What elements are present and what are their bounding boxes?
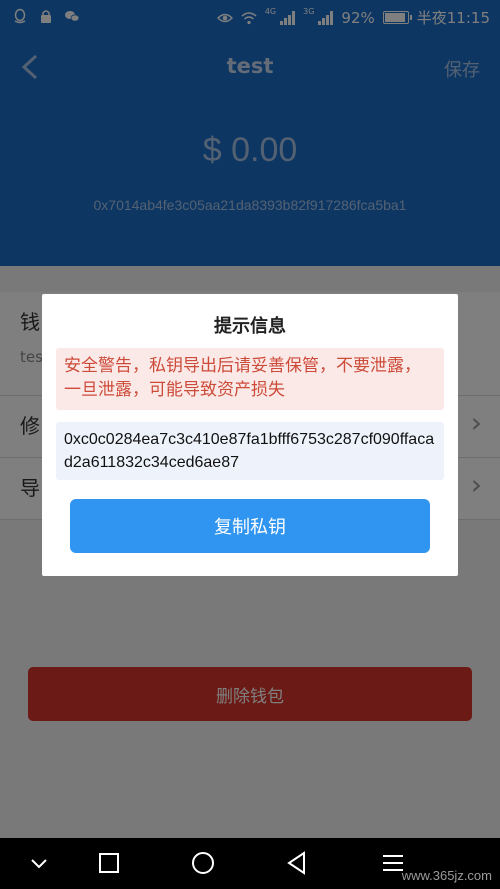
security-warning: 安全警告，私钥导出后请妥善保管，不要泄露，一旦泄露，可能导致资产损失 <box>56 348 444 410</box>
watermark: www.365jz.com <box>401 868 492 883</box>
chevron-down-icon[interactable] <box>24 848 54 878</box>
system-nav-bar: www.365jz.com <box>0 838 500 889</box>
square-recents-icon[interactable] <box>94 848 124 878</box>
circle-home-icon[interactable] <box>188 848 218 878</box>
triangle-back-icon[interactable] <box>282 848 312 878</box>
private-key-text[interactable]: 0xc0c0284ea7c3c410e87fa1bfff6753c287cf09… <box>56 422 444 480</box>
dialog-title: 提示信息 <box>214 316 286 337</box>
copy-private-key-button[interactable]: 复制私钥 <box>70 499 430 553</box>
export-key-dialog: 提示信息 安全警告，私钥导出后请妥善保管，不要泄露，一旦泄露，可能导致资产损失 … <box>42 294 458 576</box>
